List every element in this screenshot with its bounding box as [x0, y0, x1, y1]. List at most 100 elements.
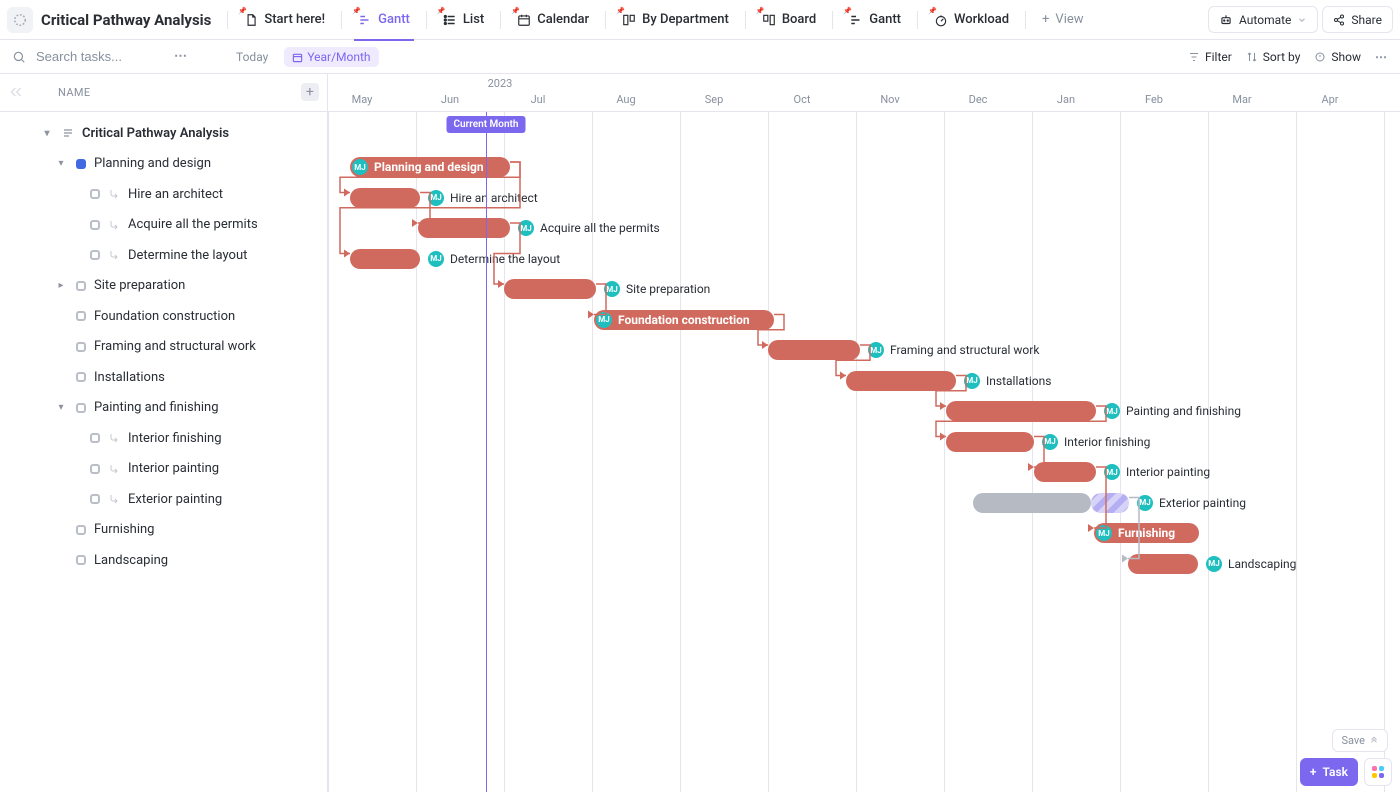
search-box — [12, 48, 164, 65]
gantt-bar[interactable] — [350, 249, 420, 269]
gantt-chart[interactable]: 2023 MayJunJulAugSepOctNovDecJanFebMarAp… — [328, 74, 1400, 792]
view-tab-workload[interactable]: 📌Workload — [924, 0, 1019, 40]
assignee-avatar[interactable]: MJ — [1137, 495, 1153, 511]
today-button[interactable]: Today — [228, 47, 276, 67]
automate-button[interactable]: Automate — [1208, 6, 1318, 33]
add-view-button[interactable]: + View — [1032, 12, 1094, 27]
gantt-bar-label: Planning and design — [350, 160, 484, 174]
caret-down-icon[interactable]: ▾ — [54, 402, 68, 413]
status-square-icon[interactable] — [76, 555, 86, 565]
gantt-row-label: MJDetermine the layout — [428, 251, 560, 267]
gantt-bar[interactable] — [946, 401, 1096, 421]
view-tab-list[interactable]: 📌List — [433, 0, 494, 40]
list-settings-icon[interactable] — [7, 7, 33, 33]
gantt-bar-slack[interactable] — [973, 493, 1091, 513]
status-square-icon[interactable] — [90, 433, 100, 443]
gantt-bar[interactable]: MJFoundation construction — [594, 310, 774, 330]
gantt-row: MJLandscaping — [328, 549, 1400, 580]
gantt-row: MJExterior painting — [328, 488, 1400, 519]
gantt-bar[interactable] — [350, 188, 420, 208]
status-square-icon[interactable] — [76, 403, 86, 413]
assignee-avatar[interactable]: MJ — [964, 373, 980, 389]
search-more-icon[interactable]: ⋯ — [174, 49, 188, 64]
gantt-bar[interactable] — [1091, 493, 1129, 513]
tree-row[interactable]: ▸Interior finishing — [0, 423, 327, 454]
sort-button[interactable]: Sort by — [1246, 50, 1301, 64]
status-square-icon[interactable] — [76, 159, 86, 169]
assignee-avatar[interactable]: MJ — [428, 251, 444, 267]
tree-row[interactable]: ▸Determine the layout — [0, 240, 327, 271]
gantt-bar-label: Foundation construction — [594, 313, 750, 327]
view-tab-board[interactable]: 📌Board — [752, 0, 826, 40]
tree-row[interactable]: ▸ Site preparation — [0, 271, 327, 302]
collapse-panel-icon[interactable] — [8, 84, 24, 100]
assignee-avatar[interactable]: MJ — [518, 220, 534, 236]
gantt-bar[interactable]: MJFurnishing — [1094, 523, 1199, 543]
caret-right-icon[interactable]: ▸ — [54, 280, 68, 291]
status-square-icon[interactable] — [76, 372, 86, 382]
tree-row-label: Site preparation — [94, 278, 185, 293]
status-square-icon[interactable] — [90, 250, 100, 260]
save-layout-button[interactable]: Save — [1332, 729, 1388, 752]
tree-row[interactable]: ▸Framing and structural work — [0, 332, 327, 363]
apps-button[interactable] — [1364, 758, 1392, 786]
view-tab-by-department[interactable]: 📌By Department — [612, 0, 739, 40]
tree-row[interactable]: ▾Planning and design — [0, 149, 327, 180]
status-square-icon[interactable] — [90, 189, 100, 199]
assignee-avatar[interactable]: MJ — [1042, 434, 1058, 450]
status-square-icon[interactable] — [76, 311, 86, 321]
status-square-icon[interactable] — [90, 464, 100, 474]
assignee-avatar[interactable]: MJ — [428, 190, 444, 206]
gantt-bar[interactable] — [1128, 554, 1198, 574]
tree-row[interactable]: ▸Acquire all the permits — [0, 210, 327, 241]
month-label: Nov — [880, 93, 899, 106]
caret-down-icon[interactable]: ▾ — [54, 158, 68, 169]
status-square-icon[interactable] — [90, 220, 100, 230]
page-title: Critical Pathway Analysis — [41, 11, 211, 29]
view-tab-start-here-[interactable]: 📌Start here! — [234, 0, 335, 40]
tree-row[interactable]: ▾ Painting and finishing — [0, 393, 327, 424]
gantt-icon — [849, 13, 863, 27]
subtask-arrow-icon — [108, 493, 120, 505]
status-square-icon[interactable] — [76, 342, 86, 352]
add-column-button[interactable]: + — [301, 83, 319, 101]
assignee-avatar[interactable]: MJ — [868, 342, 884, 358]
toolbar-more-icon[interactable]: ⋯ — [1375, 50, 1388, 64]
tree-row[interactable]: ▸Interior painting — [0, 454, 327, 485]
view-tab-gantt[interactable]: 📌Gantt — [839, 0, 911, 40]
assignee-avatar[interactable]: MJ — [596, 312, 612, 328]
subtask-arrow-icon — [108, 188, 120, 200]
gantt-bar[interactable] — [504, 279, 596, 299]
view-tab-gantt[interactable]: 📌Gantt — [348, 0, 420, 40]
assignee-avatar[interactable]: MJ — [1104, 464, 1120, 480]
view-tab-calendar[interactable]: 📌Calendar — [507, 0, 599, 40]
gantt-bar[interactable] — [1034, 462, 1096, 482]
new-task-button[interactable]: + Task — [1300, 758, 1358, 786]
assignee-avatar[interactable]: MJ — [1206, 556, 1222, 572]
status-square-icon[interactable] — [76, 281, 86, 291]
tree-row[interactable]: ▸Furnishing — [0, 515, 327, 546]
filter-button[interactable]: Filter — [1188, 50, 1232, 64]
doc-icon — [244, 13, 258, 27]
gantt-bar[interactable] — [946, 432, 1034, 452]
tree-row-label: Painting and finishing — [94, 400, 219, 415]
gantt-bar[interactable] — [768, 340, 860, 360]
share-button[interactable]: Share — [1322, 6, 1393, 33]
tree-row[interactable]: ▸Exterior painting — [0, 484, 327, 515]
assignee-avatar[interactable]: MJ — [1104, 403, 1120, 419]
search-input[interactable] — [34, 48, 164, 65]
tree-row[interactable]: ▸Installations — [0, 362, 327, 393]
tree-row[interactable]: ▸Landscaping — [0, 545, 327, 576]
assignee-avatar[interactable]: MJ — [604, 281, 620, 297]
status-square-icon[interactable] — [76, 525, 86, 535]
status-square-icon[interactable] — [90, 494, 100, 504]
tree-row[interactable]: ▾Critical Pathway Analysis — [0, 118, 327, 149]
tree-row[interactable]: ▸Hire an architect — [0, 179, 327, 210]
chevron-up-icon — [1369, 736, 1379, 746]
gantt-bar[interactable] — [418, 218, 510, 238]
tree-row[interactable]: ▸Foundation construction — [0, 301, 327, 332]
range-button[interactable]: Year/Month — [284, 47, 378, 67]
gantt-bar[interactable] — [846, 371, 956, 391]
caret-down-icon[interactable]: ▾ — [40, 128, 54, 139]
show-button[interactable]: Show — [1314, 50, 1361, 64]
